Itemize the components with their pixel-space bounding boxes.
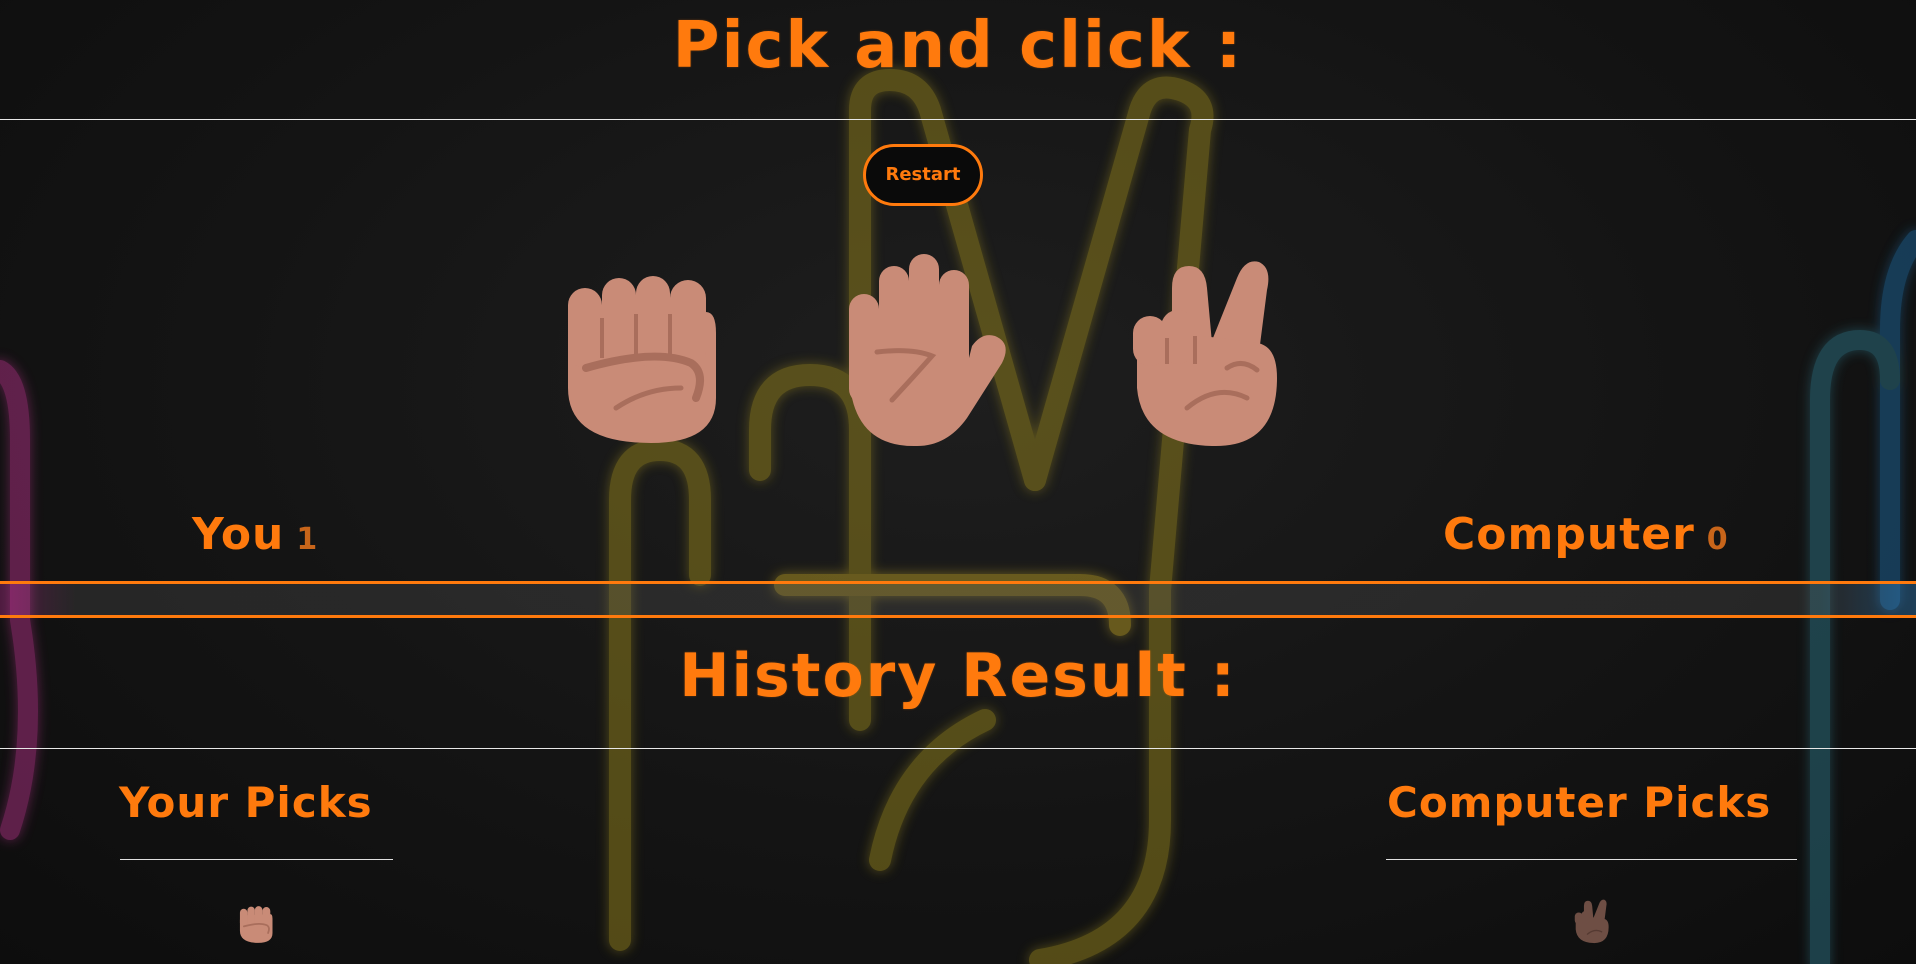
victory-hand-icon (1574, 899, 1609, 944)
computer-pick-item (1571, 895, 1611, 944)
computer-score-value: 0 (1706, 522, 1729, 557)
history-divider (0, 748, 1916, 749)
computer-score: Computer 0 (1443, 505, 1729, 565)
fist-icon (568, 276, 716, 443)
player-score: You 1 (192, 505, 318, 565)
rock-choice-button[interactable] (556, 248, 726, 448)
computer-picks-divider (1386, 859, 1797, 860)
paper-choice-button[interactable] (837, 248, 1007, 448)
victory-hand-icon (1133, 261, 1277, 447)
fist-icon (239, 906, 273, 943)
computer-score-label: Computer (1443, 509, 1695, 560)
scissors-choice-button[interactable] (1117, 248, 1287, 448)
score-divider-band (0, 581, 1916, 618)
page-title: Pick and click : (672, 9, 1244, 83)
title-divider (0, 119, 1916, 120)
player-score-value: 1 (296, 522, 319, 557)
your-pick-item (236, 900, 276, 944)
restart-button[interactable]: Restart (863, 144, 983, 206)
your-picks-divider (120, 859, 393, 860)
your-picks-title: Your Picks (119, 778, 373, 827)
computer-picks-title: Computer Picks (1387, 778, 1772, 827)
history-title: History Result : (679, 641, 1237, 711)
player-score-label: You (192, 509, 285, 560)
game-page: Pick and click : Restart You 1 Computer … (0, 0, 1916, 964)
open-hand-icon (849, 254, 1006, 447)
